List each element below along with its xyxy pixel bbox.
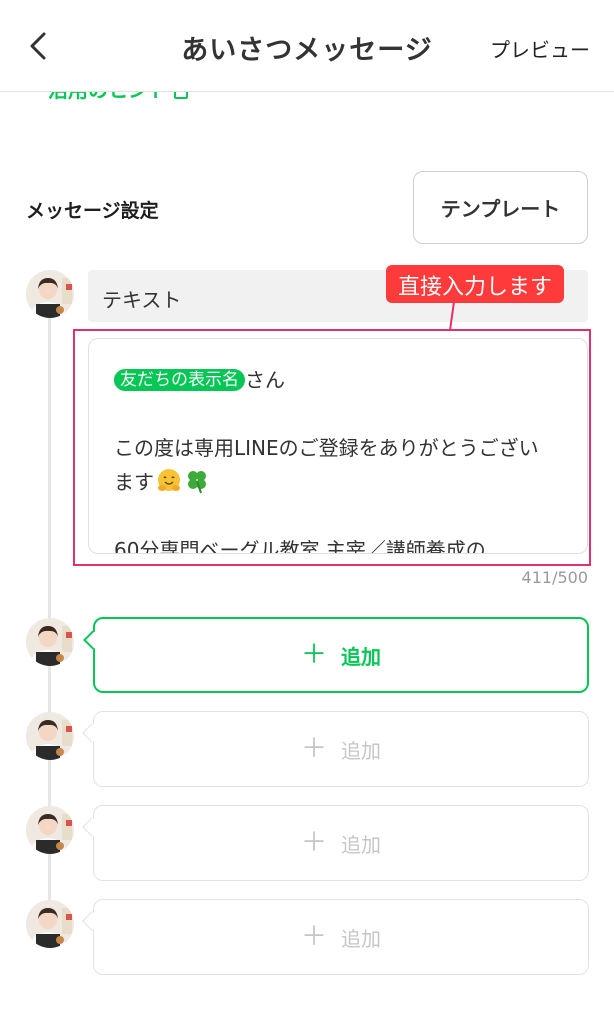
avatar bbox=[26, 806, 74, 854]
preview-button[interactable]: プレビュー bbox=[490, 34, 590, 63]
add-message-button-disabled: ＋ 追加 bbox=[82, 805, 589, 881]
add-message-button[interactable]: ＋ 追加 bbox=[83, 617, 589, 693]
app-header: あいさつメッセージ プレビュー bbox=[0, 0, 614, 92]
plus-icon: ＋ bbox=[300, 922, 327, 952]
message-type-label: テキスト bbox=[102, 288, 182, 312]
character-count: 411/500 bbox=[521, 568, 588, 587]
add-label: 追加 bbox=[341, 832, 381, 857]
section-title: メッセージ設定 bbox=[26, 200, 159, 222]
annotation-label: 直接入力します bbox=[386, 265, 565, 303]
avatar bbox=[26, 270, 74, 318]
add-message-button-disabled: ＋ 追加 bbox=[82, 899, 589, 975]
highlight-frame bbox=[73, 329, 591, 566]
template-button[interactable]: テンプレート bbox=[413, 171, 588, 244]
avatar bbox=[26, 618, 74, 666]
plus-icon: ＋ bbox=[300, 640, 327, 670]
add-message-button-disabled: ＋ 追加 bbox=[82, 711, 589, 787]
avatar bbox=[26, 712, 74, 760]
plus-icon: ＋ bbox=[300, 734, 327, 764]
plus-icon: ＋ bbox=[300, 828, 327, 858]
add-label: 追加 bbox=[341, 644, 381, 669]
add-label: 追加 bbox=[341, 738, 381, 763]
avatar bbox=[26, 900, 74, 948]
add-label: 追加 bbox=[341, 926, 381, 951]
